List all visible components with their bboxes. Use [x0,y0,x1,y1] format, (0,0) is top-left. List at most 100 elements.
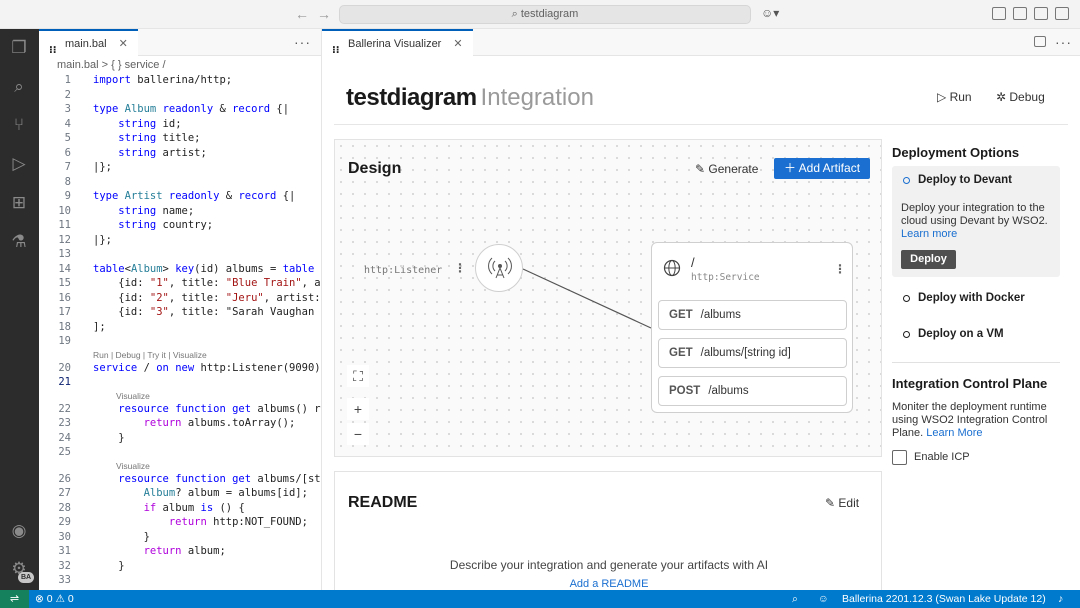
resource-post-albums[interactable]: POST/albums [658,376,847,406]
code-line[interactable]: 32 } [39,559,321,573]
edit-readme-button[interactable]: ✎ Edit [825,496,859,510]
code-line[interactable]: 20 service / on new http:Listener(9090) { [39,361,321,375]
zoom-out-icon[interactable]: − [347,423,369,445]
code-text: {id: "1", title: "Blue Train", arti [93,277,321,289]
tab-main-bal[interactable]: ⁝⁝ main.bal ✕ [39,29,138,56]
service-node[interactable]: / http:Service ⋮ GET/albums GET/albums/[… [651,242,853,413]
code-line[interactable]: 11 string country; [39,218,321,232]
explorer-icon[interactable]: ❐ [9,38,29,58]
code-line[interactable]: 9 type Artist readonly & record {| [39,189,321,203]
design-canvas[interactable]: Design ✎ Generate ＋ Add Artifact http:Li… [334,139,882,457]
icp-learn-more-link[interactable]: Learn More [926,427,982,439]
more-actions-icon[interactable]: ··· [294,34,311,50]
line-number: 5 [64,132,71,144]
devant-radio[interactable] [903,177,910,184]
service-menu-icon[interactable]: ⋮ [834,262,846,276]
code-line[interactable]: 13 [39,247,321,261]
resource-path: /albums [700,309,741,321]
problems-indicator[interactable]: ⊗ 0 ⚠ 0 [35,590,74,608]
remote-icon[interactable]: ⇌ [0,590,29,608]
split-editor-icon[interactable] [1034,36,1046,47]
code-line[interactable]: 10 string name; [39,204,321,218]
resource-get-album-by-id[interactable]: GET/albums/[string id] [658,338,847,368]
docker-label[interactable]: Deploy with Docker [918,292,1025,304]
line-number: 2 [64,88,71,101]
toggle-secondary-sidebar-icon[interactable] [1055,7,1069,20]
warning-icon: ⚠ [55,593,68,605]
code-line[interactable]: 29 return http:NOT_FOUND; [39,515,321,529]
code-lens[interactable]: Visualize [116,461,150,471]
code-line[interactable]: 30 } [39,530,321,544]
code-line[interactable]: 19 [39,334,321,348]
listener-menu-icon[interactable]: ⋮ [454,261,466,275]
run-debug-icon[interactable]: ▷ [9,154,29,174]
code-line[interactable]: 2 [39,88,321,102]
code-line[interactable]: 8 [39,175,321,189]
zoom-in-icon[interactable]: + [347,398,369,420]
code-line[interactable]: 33 [39,573,321,587]
add-readme-link[interactable]: Add a README [335,578,883,590]
code-line[interactable]: 21 [39,375,321,389]
code-line[interactable]: 16 {id: "2", title: "Jeru", artist: "G [39,291,321,305]
code-line[interactable]: 31 return album; [39,544,321,558]
breadcrumb[interactable]: main.bal > { } service / [39,57,321,73]
copilot-status-icon[interactable]: ☺ [818,590,829,608]
resource-get-albums[interactable]: GET/albums [658,300,847,330]
customize-layout-icon[interactable] [992,7,1006,20]
account-icon[interactable]: ◉ [9,521,29,541]
source-control-icon[interactable]: ⑂ [9,115,29,135]
tab-ballerina-visualizer[interactable]: ⁝⁝ Ballerina Visualizer ✕ [322,29,473,56]
vm-radio[interactable] [903,331,910,338]
toggle-primary-sidebar-icon[interactable] [1013,7,1027,20]
code-line[interactable]: 1 import ballerina/http; [39,73,321,87]
devant-desc-text: Deploy your integration to the cloud usi… [901,202,1048,227]
code-line[interactable]: 6 string artist; [39,146,321,160]
code-line[interactable]: 12 |}; [39,233,321,247]
docker-radio[interactable] [903,295,910,302]
testing-icon[interactable]: ⚗ [9,232,29,252]
code-line[interactable]: 23 return albums.toArray(); [39,416,321,430]
close-icon[interactable]: ✕ [453,38,462,50]
code-line[interactable]: 18]; [39,320,321,334]
back-arrow-icon[interactable]: ← [295,6,309,22]
code-line[interactable]: 14 table<Album> key(id) albums = table [ [39,262,321,276]
code-line[interactable]: 17 {id: "3", title: "Sarah Vaughan and [39,305,321,319]
toggle-panel-icon[interactable] [1034,7,1048,20]
code-line[interactable]: 26 resource function get albums/[strin [39,472,321,486]
code-line[interactable]: 3 type Album readonly & record {| [39,102,321,116]
close-icon[interactable]: ✕ [119,38,128,50]
copilot-icon[interactable]: ☺▾ [761,6,779,20]
code-line[interactable]: 22 resource function get albums() retu [39,402,321,416]
code-lens[interactable]: Visualize [116,391,150,401]
enable-icp-checkbox[interactable] [892,450,907,465]
more-actions-icon[interactable]: ··· [1055,34,1072,50]
vm-label[interactable]: Deploy on a VM [918,328,1004,340]
zoom-search-icon[interactable]: ⌕ [792,590,798,608]
code-line[interactable]: 5 string title; [39,131,321,145]
run-button[interactable]: ▷ Run [937,90,972,104]
code-line[interactable]: 15 {id: "1", title: "Blue Train", arti [39,276,321,290]
line-number: 9 [64,190,71,202]
command-center-search[interactable]: ⌕ testdiagram [339,5,751,24]
fit-to-screen-icon[interactable]: ⛶ [347,365,369,387]
listener-node[interactable] [475,244,523,292]
code-lens[interactable]: Run | Debug | Try it | Visualize [93,350,207,360]
deploy-devant-option[interactable]: Deploy to Devant Deploy your integration… [892,166,1060,277]
search-icon[interactable]: ⌕ [9,77,29,97]
extensions-icon[interactable]: ⊞ [9,193,29,213]
debug-button[interactable]: ✲ Debug [996,90,1045,104]
forward-arrow-icon[interactable]: → [317,6,331,22]
notifications-bell-icon[interactable]: ♪ [1058,590,1063,608]
code-line[interactable]: 25 [39,445,321,459]
code-line[interactable]: 28 if album is () { [39,501,321,515]
devant-learn-more-link[interactable]: Learn more [901,228,957,240]
ballerina-version[interactable]: Ballerina 2201.12.3 (Swan Lake Update 12… [842,590,1046,608]
code-line[interactable]: 24 } [39,431,321,445]
line-number: 17 [58,306,71,318]
code-line[interactable]: 4 string id; [39,117,321,131]
deploy-button[interactable]: Deploy [901,250,956,269]
code-line[interactable]: 27 Album? album = albums[id]; [39,486,321,500]
code-editor[interactable]: 1 import ballerina/http; 2 3 type Album read… [39,72,321,590]
code-line[interactable]: 7 |}; [39,160,321,174]
line-number: 25 [58,446,71,458]
